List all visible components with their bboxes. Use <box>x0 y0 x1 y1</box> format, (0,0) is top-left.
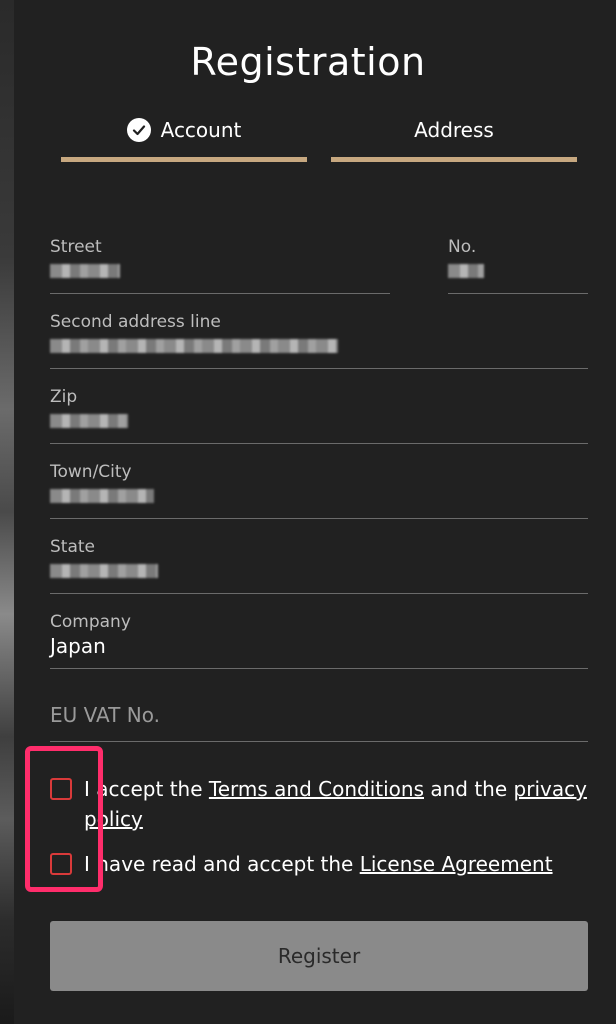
terms-middle-text: and the <box>430 777 508 801</box>
check-icon <box>126 118 151 142</box>
eu-vat-underline <box>50 741 588 742</box>
page-title: Registration <box>190 40 426 84</box>
eu-vat-field[interactable]: EU VAT No. <box>50 700 588 742</box>
zip-underline <box>50 443 588 444</box>
house-number-label: No. <box>448 237 477 257</box>
second-address-underline <box>50 368 588 369</box>
license-agreement-row: I have read and accept the License Agree… <box>50 849 590 879</box>
house-number-value-redacted <box>448 264 484 278</box>
tab-account-progress-bar <box>61 157 307 162</box>
tab-address[interactable]: Address <box>331 115 577 163</box>
tab-account-label: Account <box>160 118 242 142</box>
checkbox-highlight-annotation <box>25 746 103 892</box>
license-agreement-text: I have read and accept the License Agree… <box>84 849 553 879</box>
street-value-redacted <box>50 264 120 278</box>
house-number-underline <box>448 293 588 294</box>
town-city-label: Town/City <box>50 462 132 482</box>
background-photo-strip <box>0 0 14 1024</box>
tab-address-label: Address <box>414 118 494 142</box>
register-button[interactable]: Register <box>50 921 588 991</box>
zip-value-redacted <box>50 414 128 428</box>
license-prefix-text: I have read and accept the <box>84 852 354 876</box>
state-value-redacted <box>50 564 158 578</box>
town-city-underline <box>50 518 588 519</box>
state-field[interactable]: State <box>50 536 588 594</box>
eu-vat-placeholder: EU VAT No. <box>50 703 160 727</box>
company-field[interactable]: Company Japan <box>50 611 588 669</box>
second-address-label: Second address line <box>50 312 221 332</box>
terms-agreement-row: I accept the Terms and Conditions and th… <box>50 774 590 834</box>
terms-agreement-text: I accept the Terms and Conditions and th… <box>84 774 590 834</box>
zip-field[interactable]: Zip <box>50 386 588 444</box>
second-address-field[interactable]: Second address line <box>50 311 588 369</box>
town-city-value-redacted <box>50 489 154 503</box>
company-value: Japan <box>50 634 106 658</box>
license-agreement-link[interactable]: License Agreement <box>360 852 553 876</box>
house-number-field[interactable]: No. <box>448 236 588 294</box>
company-underline <box>50 668 588 669</box>
tab-address-progress-bar <box>331 157 577 162</box>
state-underline <box>50 593 588 594</box>
town-city-field[interactable]: Town/City <box>50 461 588 519</box>
street-field[interactable]: Street <box>50 236 390 294</box>
second-address-value-redacted <box>50 339 338 353</box>
state-label: State <box>50 537 95 557</box>
terms-and-conditions-link[interactable]: Terms and Conditions <box>209 777 424 801</box>
street-label: Street <box>50 237 102 257</box>
zip-label: Zip <box>50 387 78 407</box>
tab-account[interactable]: Account <box>61 115 307 163</box>
street-underline <box>50 293 390 294</box>
company-label: Company <box>50 612 131 632</box>
